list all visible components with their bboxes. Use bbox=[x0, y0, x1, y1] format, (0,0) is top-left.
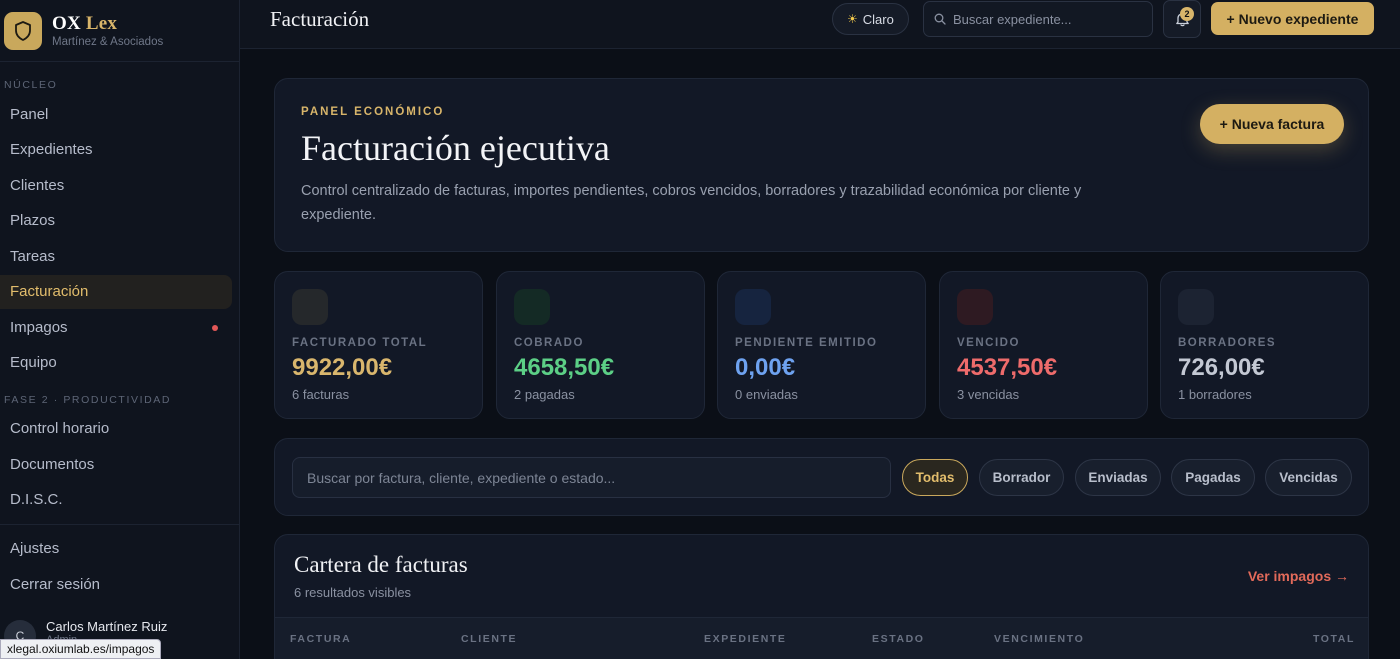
invoice-search-input[interactable]: Buscar por factura, cliente, expediente … bbox=[292, 457, 891, 498]
page-title: Facturación bbox=[270, 7, 370, 31]
nav-phase2-list: Control horario Documentos D.I.S.C. bbox=[0, 412, 239, 517]
stat-icon bbox=[514, 289, 550, 325]
filter-chip-todas[interactable]: Todas bbox=[902, 459, 968, 496]
stat-sub: 2 pagadas bbox=[514, 387, 575, 402]
notifications-button[interactable]: 2 bbox=[1163, 0, 1201, 38]
portfolio-subtitle: 6 resultados visibles bbox=[294, 585, 412, 600]
stat-icon bbox=[957, 289, 993, 325]
sidebar-item-facturacion[interactable]: Facturación bbox=[0, 274, 232, 309]
stat-value: 4658,50€ bbox=[514, 354, 615, 381]
new-case-button[interactable]: + Nuevo expediente bbox=[1211, 2, 1374, 35]
stat-card-vencido: VENCIDO 4537,50€ 3 vencidas bbox=[939, 271, 1148, 419]
hero-panel: PANEL ECONÓMICO Facturación ejecutiva Co… bbox=[274, 78, 1369, 252]
theme-toggle-button[interactable]: ☀ Claro bbox=[832, 3, 909, 35]
view-unpaid-link[interactable]: Ver impagos → bbox=[1248, 568, 1349, 584]
topbar: Facturación ☀ Claro Buscar expediente...… bbox=[240, 0, 1400, 49]
hero-kicker: PANEL ECONÓMICO bbox=[301, 106, 445, 118]
stat-value: 726,00€ bbox=[1178, 354, 1265, 381]
column-header-cliente[interactable]: CLIENTE bbox=[461, 633, 517, 645]
new-invoice-button[interactable]: + Nueva factura bbox=[1200, 104, 1344, 144]
stat-card-facturado-total: FACTURADO TOTAL 9922,00€ 6 facturas bbox=[274, 271, 483, 419]
stat-label: FACTURADO TOTAL bbox=[292, 337, 428, 349]
nav-section-phase2: FASE 2 · PRODUCTIVIDAD bbox=[4, 393, 172, 406]
sidebar-item-equipo[interactable]: Equipo bbox=[0, 346, 232, 380]
column-header-vencimiento[interactable]: VENCIMIENTO bbox=[994, 633, 1084, 645]
filters-bar: Buscar por factura, cliente, expediente … bbox=[274, 438, 1369, 516]
stat-value: 4537,50€ bbox=[957, 354, 1058, 381]
column-header-total[interactable]: TOTAL bbox=[1313, 633, 1355, 645]
search-icon bbox=[934, 13, 946, 25]
notifications-badge: 2 bbox=[1180, 7, 1194, 21]
stat-label: VENCIDO bbox=[957, 337, 1020, 349]
brand-subtitle: Martínez & Asociados bbox=[52, 36, 164, 48]
column-header-factura[interactable]: FACTURA bbox=[290, 633, 351, 645]
stat-value: 0,00€ bbox=[735, 354, 796, 381]
brand[interactable]: OX Lex Martínez & Asociados bbox=[0, 0, 239, 62]
sidebar-item-documentos[interactable]: Documentos bbox=[0, 447, 232, 481]
sidebar-item-ajustes[interactable]: Ajustes bbox=[0, 532, 232, 566]
sidebar-item-disc[interactable]: D.I.S.C. bbox=[0, 483, 232, 517]
filter-chip-vencidas[interactable]: Vencidas bbox=[1265, 459, 1352, 496]
sidebar-item-expedientes[interactable]: Expedientes bbox=[0, 133, 232, 167]
sidebar-item-plazos[interactable]: Plazos bbox=[0, 204, 232, 238]
sidebar-item-tareas[interactable]: Tareas bbox=[0, 239, 232, 273]
stat-value: 9922,00€ bbox=[292, 354, 393, 381]
portfolio-title: Cartera de facturas bbox=[294, 552, 468, 577]
stat-sub: 6 facturas bbox=[292, 387, 350, 402]
brand-name: OX Lex bbox=[52, 13, 118, 34]
sidebar-item-impagos[interactable]: Impagos bbox=[0, 310, 232, 344]
sidebar-item-clientes[interactable]: Clientes bbox=[0, 168, 232, 202]
table-header: FACTURA CLIENTE EXPEDIENTE ESTADO VENCIM… bbox=[275, 617, 1368, 659]
invoice-portfolio: Cartera de facturas 6 resultados visible… bbox=[274, 534, 1369, 659]
stat-icon bbox=[1178, 289, 1214, 325]
column-header-estado[interactable]: ESTADO bbox=[872, 633, 925, 645]
sun-icon: ☀ bbox=[847, 12, 858, 26]
sidebar-item-panel[interactable]: Panel bbox=[0, 97, 232, 131]
stat-sub: 0 enviadas bbox=[735, 387, 798, 402]
sidebar-item-cerrar-sesion[interactable]: Cerrar sesión bbox=[0, 567, 232, 601]
status-bar-url: xlegal.oxiumlab.es/impagos bbox=[0, 639, 162, 659]
stat-label: PENDIENTE EMITIDO bbox=[735, 337, 878, 349]
filter-chip-enviadas[interactable]: Enviadas bbox=[1075, 459, 1161, 496]
stat-sub: 3 vencidas bbox=[957, 387, 1020, 402]
sidebar-divider bbox=[0, 523, 239, 525]
stat-label: COBRADO bbox=[514, 337, 584, 349]
search-input[interactable]: Buscar expediente... bbox=[923, 1, 1153, 37]
stat-card-borradores: BORRADORES 726,00€ 1 borradores bbox=[1160, 271, 1369, 419]
shield-icon bbox=[4, 11, 42, 50]
hero-title: Facturación ejecutiva bbox=[301, 128, 610, 168]
stat-icon bbox=[735, 289, 771, 325]
sidebar: OX Lex Martínez & Asociados NÚCLEO Panel… bbox=[0, 0, 240, 659]
filter-chip-pagadas[interactable]: Pagadas bbox=[1171, 459, 1255, 496]
column-header-expediente[interactable]: EXPEDIENTE bbox=[704, 633, 787, 645]
alert-dot-icon bbox=[212, 325, 218, 331]
nav-core-list: Panel Expedientes Clientes Plazos Tareas… bbox=[0, 97, 239, 380]
stat-icon bbox=[292, 289, 328, 325]
filter-chip-borrador[interactable]: Borrador bbox=[979, 459, 1064, 496]
nav-section-core: NÚCLEO bbox=[4, 79, 58, 91]
stat-card-pendiente-emitido: PENDIENTE EMITIDO 0,00€ 0 enviadas bbox=[717, 271, 926, 419]
user-name: Carlos Martínez Ruiz bbox=[46, 618, 168, 634]
hero-description: Control centralizado de facturas, import… bbox=[301, 183, 1082, 223]
stat-label: BORRADORES bbox=[1178, 337, 1277, 349]
stat-sub: 1 borradores bbox=[1178, 387, 1252, 402]
sidebar-item-control-horario[interactable]: Control horario bbox=[0, 412, 232, 446]
stat-card-cobrado: COBRADO 4658,50€ 2 pagadas bbox=[496, 271, 705, 419]
